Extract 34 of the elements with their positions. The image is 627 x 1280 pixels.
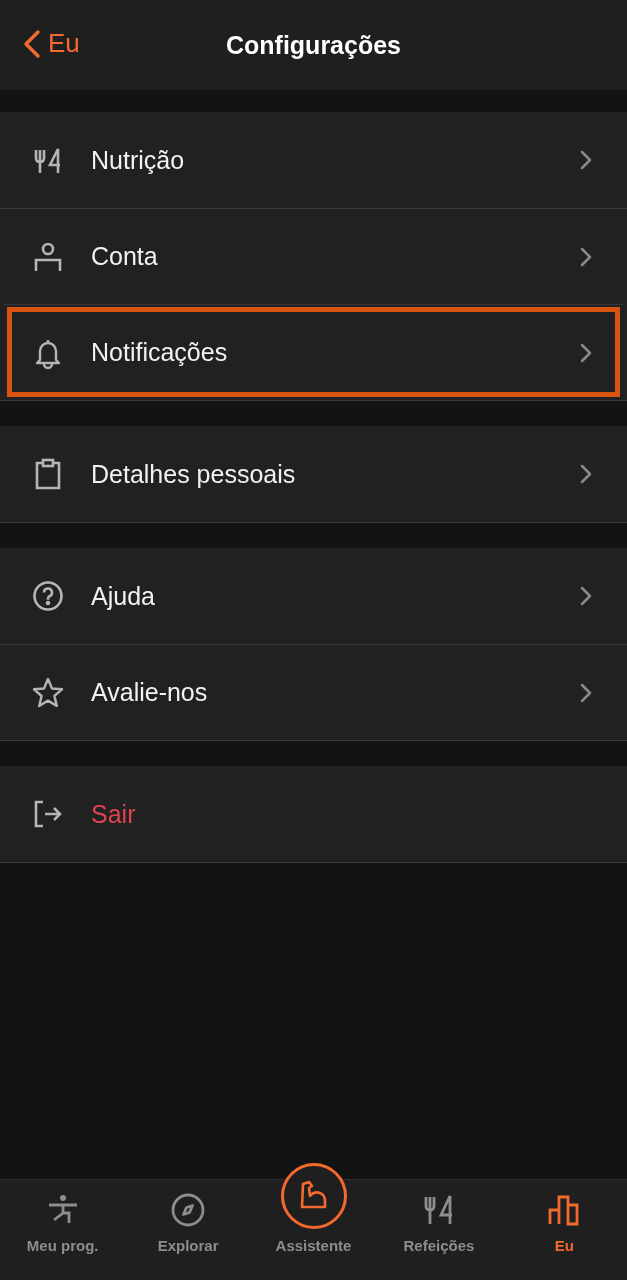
row-label: Sair [91, 799, 137, 829]
chevron-icon [579, 341, 593, 364]
settings-row[interactable]: Ajuda [0, 548, 627, 644]
clipboard-icon [33, 458, 63, 490]
help-icon [32, 580, 64, 612]
settings-row[interactable]: Avalie-nos [0, 644, 627, 740]
chevron-icon [579, 585, 593, 607]
chevron-icon [579, 245, 593, 268]
tab-item[interactable]: Refeições [376, 1180, 502, 1280]
row-label: Conta [91, 242, 159, 271]
tab-item[interactable]: Eu [501, 1180, 627, 1280]
person-icon [33, 240, 63, 273]
chevron-icon [579, 149, 593, 171]
tab-item[interactable]: Assistente [250, 1150, 377, 1280]
logout-icon [33, 799, 63, 829]
settings-row[interactable]: Nutrição [0, 112, 627, 208]
settings-row[interactable]: Notificações [4, 304, 623, 400]
tab-item[interactable]: Explorar [125, 1180, 251, 1280]
row-label: Notificações [91, 338, 229, 367]
settings-row[interactable]: Sair [0, 766, 627, 862]
star-icon [32, 676, 64, 709]
chevron-left-icon [22, 28, 42, 59]
compass-icon [171, 1193, 206, 1227]
settings-row[interactable]: Conta [0, 208, 627, 304]
row-label: Nutrição [91, 145, 186, 175]
row-label: Detalhes pessoais [91, 459, 297, 489]
back-button[interactable]: Eu [18, 24, 84, 63]
row-label: Avalie-nos [91, 678, 209, 707]
screen-title: Configurações [226, 30, 401, 60]
tab-item[interactable]: Meu prog. [0, 1180, 126, 1280]
chevron-icon [579, 463, 593, 485]
chevron-icon [579, 681, 593, 704]
row-label: Ajuda [91, 581, 156, 611]
settings-row[interactable]: Detalhes pessoais [0, 426, 627, 522]
